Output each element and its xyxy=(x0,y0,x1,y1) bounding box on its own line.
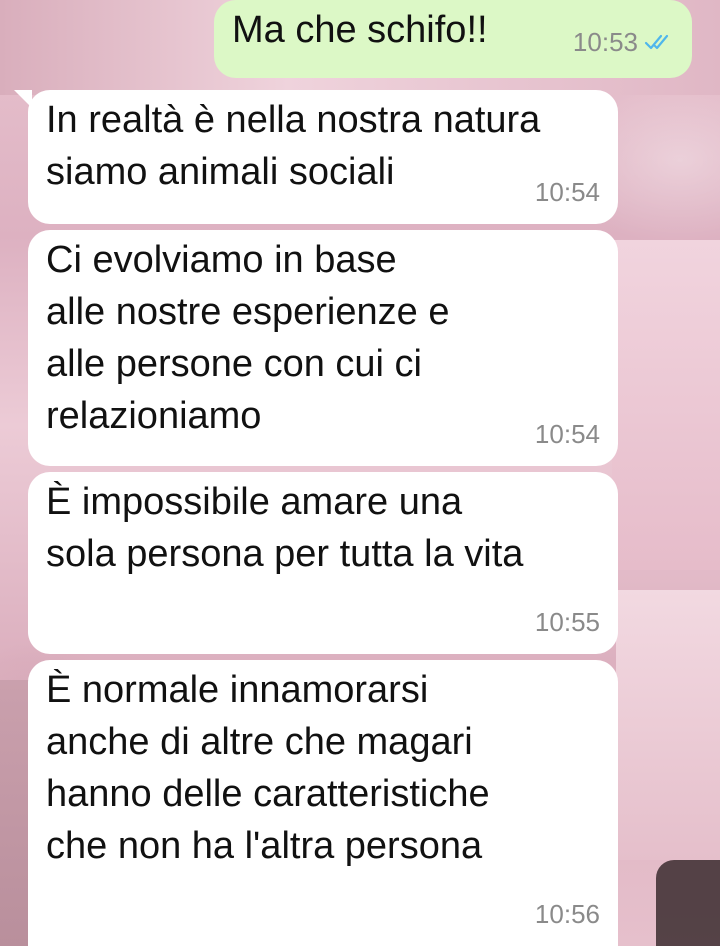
message-bubble-incoming[interactable]: In realtà è nella nostra natura siamo an… xyxy=(14,90,618,224)
message-text: Ci evolviamo in base alle nostre esperie… xyxy=(46,239,450,437)
message-bubble-incoming[interactable]: È impossibile amare una sola persona per… xyxy=(28,472,618,654)
message-meta: 10:56 xyxy=(535,888,600,940)
message-time: 10:55 xyxy=(534,607,600,637)
message-text: In realtà è nella nostra natura siamo an… xyxy=(46,99,541,193)
message-meta: 10:53 xyxy=(573,16,674,68)
message-bubble-outgoing[interactable]: Ma che schifo!! 10:53 xyxy=(214,0,692,78)
message-meta: 10:54 xyxy=(535,408,600,460)
message-time: 10:56 xyxy=(534,899,600,929)
message-time: 10:54 xyxy=(534,177,600,207)
message-meta: 10:54 xyxy=(535,166,600,218)
message-bubble-incoming[interactable]: È normale innamorarsi anche di altre che… xyxy=(28,660,618,946)
message-list[interactable]: Ma che schifo!! 10:53 In realtà è nella … xyxy=(0,0,720,946)
message-text: È impossibile amare una sola persona per… xyxy=(46,481,524,575)
message-time: 10:54 xyxy=(534,419,600,449)
message-bubble-incoming[interactable]: Ci evolviamo in base alle nostre esperie… xyxy=(28,230,618,466)
message-time: 10:53 xyxy=(572,27,638,57)
bubble-tail xyxy=(14,90,32,108)
message-meta: 10:55 xyxy=(535,596,600,648)
double-check-icon xyxy=(644,33,674,51)
message-text: È normale innamorarsi anche di altre che… xyxy=(46,669,490,867)
